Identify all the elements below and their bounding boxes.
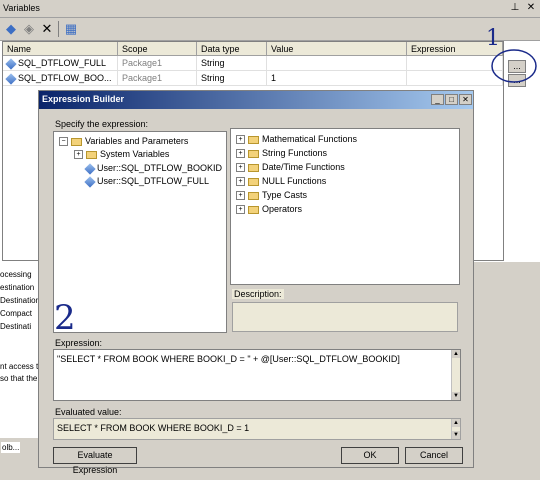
tree-node-function-group[interactable]: + NULL Functions xyxy=(236,175,326,187)
dialog-title: Expression Builder xyxy=(42,94,125,104)
variables-title-bar: Variables ⊥ ✕ xyxy=(0,0,540,18)
variables-title: Variables xyxy=(3,3,40,13)
list-item: ocessing xyxy=(0,270,32,279)
list-item: Compact xyxy=(0,309,33,318)
variable-icon xyxy=(84,162,96,175)
evaluated-value-text: SELECT * FROM BOOK WHERE BOOKI_D = 1 xyxy=(57,423,250,433)
table-row-value[interactable] xyxy=(267,56,407,71)
ok-button[interactable]: OK xyxy=(341,447,399,464)
background-right-panel xyxy=(474,262,540,480)
folder-icon xyxy=(86,150,97,159)
tree-node-variable[interactable]: User::SQL_DTFLOW_FULL xyxy=(84,175,209,188)
cancel-button[interactable]: Cancel xyxy=(405,447,463,464)
help-text-line: so that the xyxy=(0,374,38,383)
annotation-one: 1 xyxy=(486,26,500,51)
variable-icon xyxy=(84,175,96,188)
expand-icon[interactable]: + xyxy=(236,149,245,159)
folder-icon xyxy=(248,191,259,200)
toolbar-divider xyxy=(58,21,59,37)
toolbox-tab[interactable]: olb... xyxy=(1,442,21,453)
tree-node-function-group[interactable]: + Operators xyxy=(236,203,302,215)
tree-node-variables[interactable]: − Variables and Parameters xyxy=(59,135,188,147)
list-item: Destination xyxy=(0,296,41,305)
expand-icon[interactable]: + xyxy=(236,163,245,173)
grid-options-icon[interactable]: ▦ xyxy=(63,21,79,37)
table-row-scope[interactable]: Package1 xyxy=(118,56,197,71)
add-variable-icon[interactable]: ◆ xyxy=(3,21,19,37)
expand-icon[interactable]: + xyxy=(236,205,245,215)
move-variable-icon[interactable]: ◈ xyxy=(21,21,37,37)
variable-icon xyxy=(5,57,17,70)
scroll-down-icon[interactable]: ▼ xyxy=(452,431,460,439)
pin-icon[interactable]: ⊥ xyxy=(508,2,522,14)
delete-icon[interactable]: ✕ xyxy=(39,21,55,37)
variables-tree: − Variables and Parameters + System Variab… xyxy=(53,131,227,333)
close-icon[interactable]: ✕ xyxy=(524,2,538,14)
list-item: estination xyxy=(0,283,35,292)
scroll-up-icon[interactable]: ▲ xyxy=(452,350,460,358)
dialog-title-bar: Expression Builder _ □ ✕ xyxy=(39,91,473,109)
tree-node-function-group[interactable]: + String Functions xyxy=(236,147,327,159)
evaluated-scrollbar[interactable]: ▲ ▼ xyxy=(451,419,460,439)
folder-icon xyxy=(248,177,259,186)
tree-node-variable[interactable]: User::SQL_DTFLOW_BOOKID xyxy=(84,162,222,175)
description-box xyxy=(232,302,458,332)
column-header-data-type[interactable]: Data type xyxy=(197,42,267,56)
table-row-name[interactable]: SQL_DTFLOW_FULL xyxy=(3,56,118,71)
variables-toolbar: ◆ ◈ ✕ ▦ xyxy=(0,18,540,41)
list-item: Destinati xyxy=(0,322,32,331)
table-row-name[interactable]: SQL_DTFLOW_BOO... xyxy=(3,71,118,86)
table-row-type[interactable]: String xyxy=(197,56,267,71)
expression-label: Expression: xyxy=(55,338,103,348)
description-label: Description: xyxy=(232,289,284,299)
evaluate-expression-button[interactable]: Evaluate Expression xyxy=(53,447,137,475)
annotation-two: 2 xyxy=(54,298,76,338)
specify-expression-label: Specify the expression: xyxy=(55,119,149,129)
folder-icon xyxy=(248,149,259,158)
column-header-scope[interactable]: Scope xyxy=(118,42,197,56)
expand-icon[interactable]: + xyxy=(236,177,245,187)
column-header-value[interactable]: Value xyxy=(267,42,407,56)
tree-node-function-group[interactable]: + Date/Time Functions xyxy=(236,161,345,173)
expression-builder-dialog: Expression Builder _ □ ✕ Specify the exp… xyxy=(38,90,474,475)
folder-icon xyxy=(248,163,259,172)
tree-node-function-group[interactable]: + Type Casts xyxy=(236,189,307,201)
expand-icon[interactable]: + xyxy=(236,135,245,145)
table-row-type[interactable]: String xyxy=(197,71,267,86)
evaluated-value-box: SELECT * FROM BOOK WHERE BOOKI_D = 1 ▲ ▼ xyxy=(53,418,461,440)
expression-scrollbar[interactable]: ▲ ▼ xyxy=(451,350,460,400)
tree-node-system-variables[interactable]: + System Variables xyxy=(74,148,169,160)
variable-icon xyxy=(5,72,17,85)
expression-text: "SELECT * FROM BOOK WHERE BOOKI_D = " + … xyxy=(57,354,400,364)
bottom-tab-strip: olb... xyxy=(0,438,40,480)
help-text-line: nt access t xyxy=(0,362,39,371)
scroll-down-icon[interactable]: ▼ xyxy=(452,392,460,400)
table-row-value[interactable]: 1 xyxy=(267,71,407,86)
table-row-scope[interactable]: Package1 xyxy=(118,71,197,86)
expand-icon[interactable]: + xyxy=(236,191,245,201)
column-header-name[interactable]: Name xyxy=(3,42,118,56)
folder-icon xyxy=(248,135,259,144)
expression-input[interactable]: "SELECT * FROM BOOK WHERE BOOKI_D = " + … xyxy=(53,349,461,401)
scroll-up-icon[interactable]: ▲ xyxy=(452,419,460,427)
minimize-button[interactable]: _ xyxy=(431,94,444,105)
collapse-icon[interactable]: − xyxy=(59,137,68,147)
tree-node-function-group[interactable]: + Mathematical Functions xyxy=(236,133,357,145)
maximize-button[interactable]: □ xyxy=(445,94,458,105)
folder-icon xyxy=(71,137,82,146)
folder-icon xyxy=(248,205,259,214)
close-button[interactable]: ✕ xyxy=(459,94,472,105)
expand-icon[interactable]: + xyxy=(74,150,83,160)
evaluated-value-label: Evaluated value: xyxy=(55,407,122,417)
functions-tree: + Mathematical Functions + String Function… xyxy=(230,128,460,285)
